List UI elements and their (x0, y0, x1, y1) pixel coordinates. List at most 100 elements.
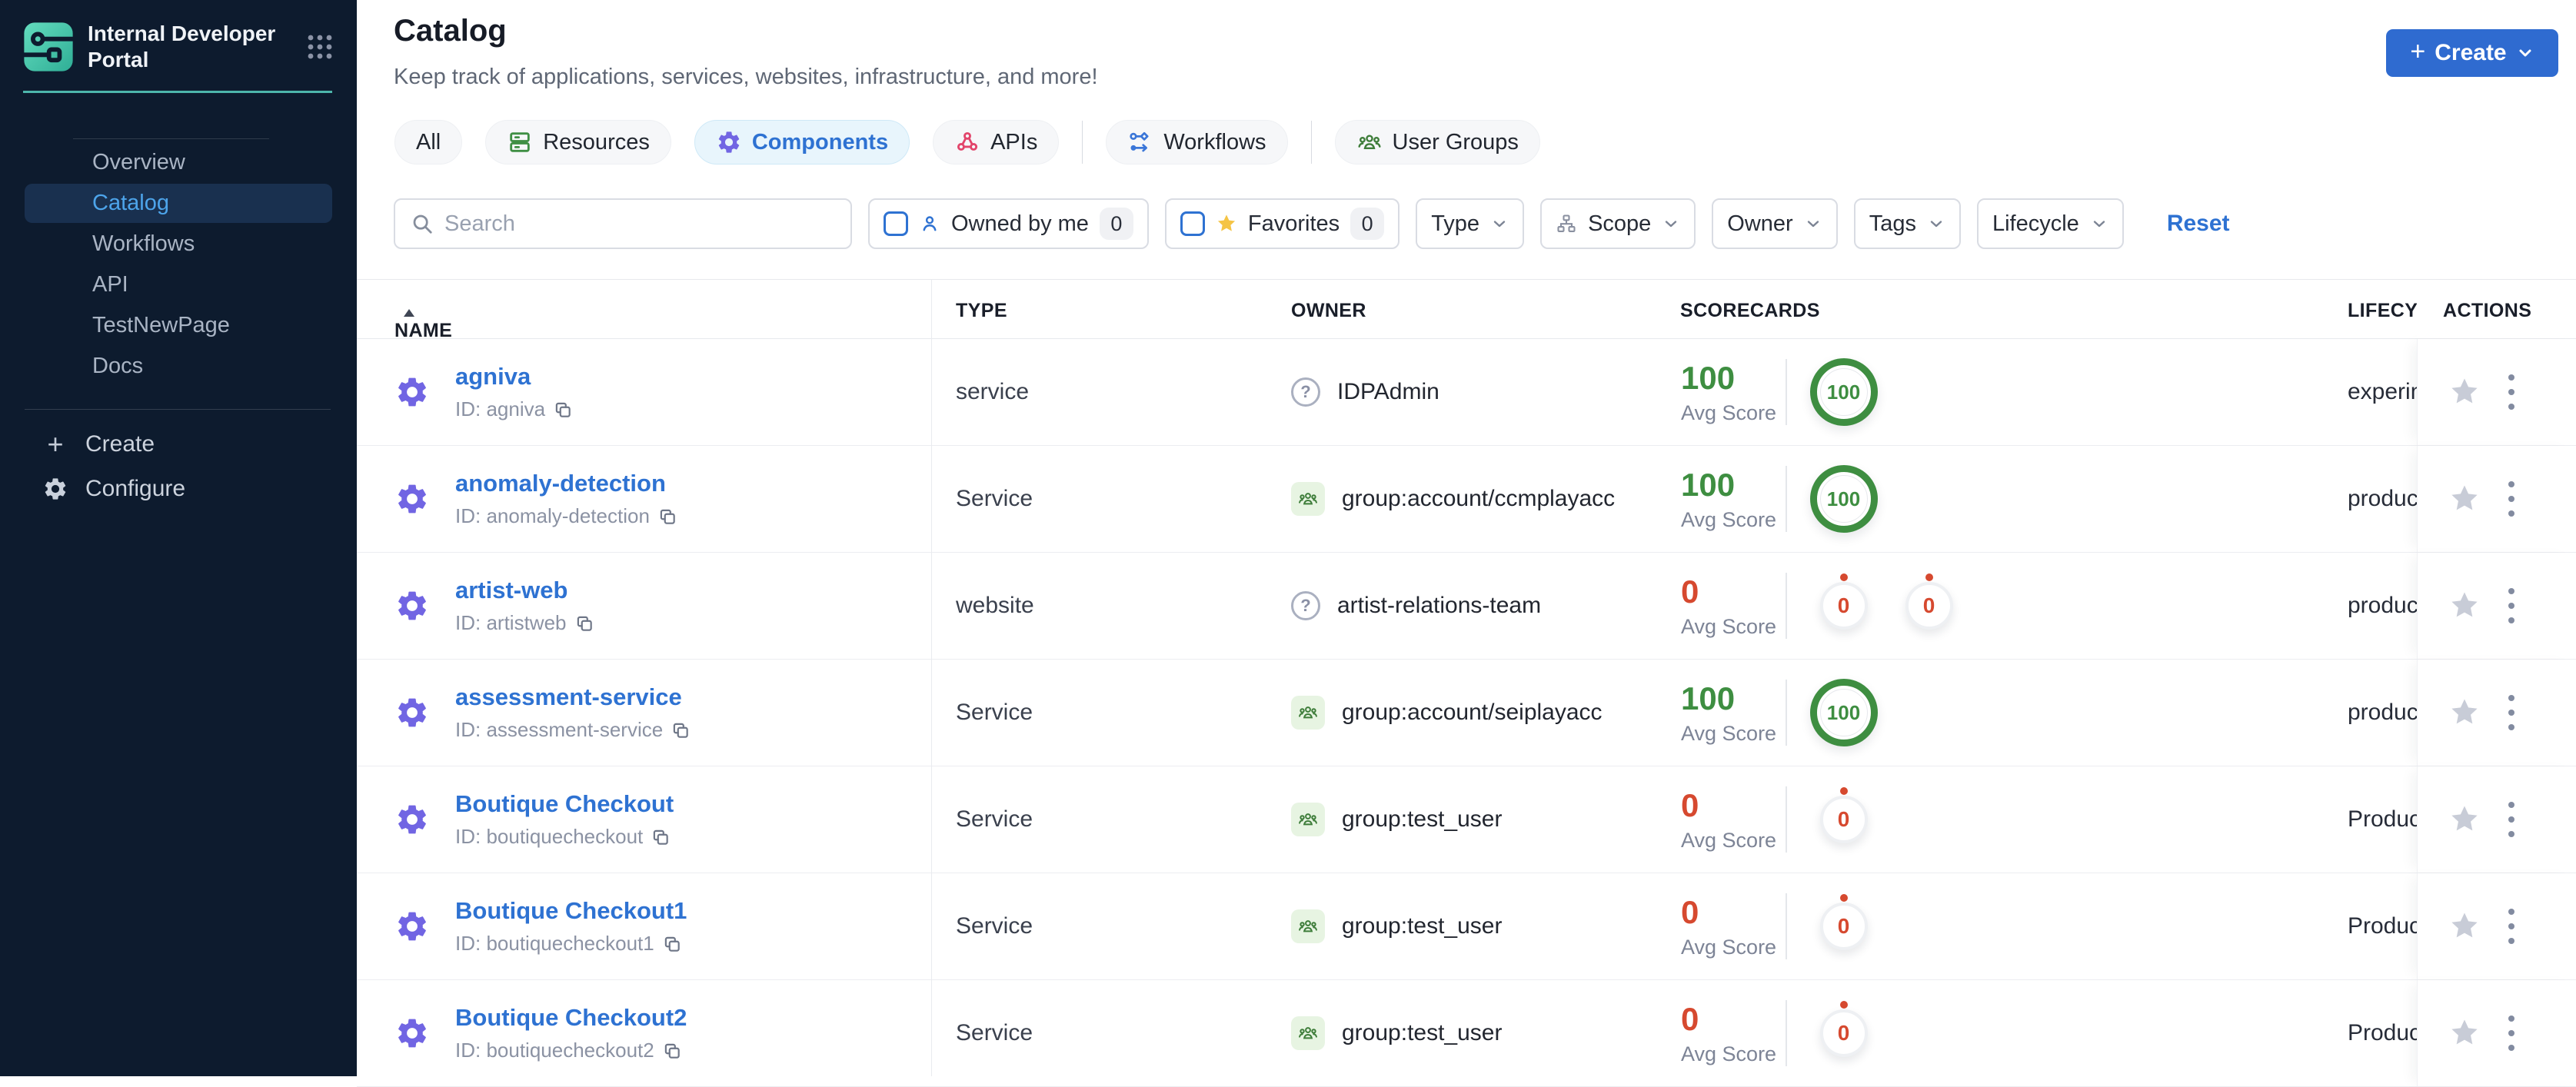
scorecard-score-circle[interactable]: 0 (1819, 894, 1868, 950)
sidebar-item-overview[interactable]: Overview (25, 143, 332, 182)
column-header-scorecards: SCORECARDS (1680, 300, 1820, 321)
owned-by-me-checkbox[interactable] (884, 211, 908, 236)
favorite-star-icon[interactable] (2448, 376, 2481, 408)
tab-workflows[interactable]: Workflows (1106, 120, 1288, 165)
filter-favorites[interactable]: Favorites 0 (1164, 198, 1400, 249)
table-row[interactable]: assessment-service ID: assessment-servic… (357, 660, 2576, 766)
filter-dropdown-owner[interactable]: Owner (1712, 198, 1838, 249)
copy-icon[interactable] (574, 613, 594, 633)
scorecard-score-circle[interactable]: 100 (1809, 465, 1878, 533)
filter-dropdown-lifecycle[interactable]: Lifecycle (1976, 198, 2124, 249)
scorecard-circle-slot: 0 (1801, 573, 1886, 630)
table-row[interactable]: Boutique Checkout2 ID: boutiquecheckout2… (357, 980, 2576, 1087)
avg-score-block: 100 Avg Score (1681, 660, 1776, 766)
avg-score-label: Avg Score (1681, 721, 1777, 745)
tab-components[interactable]: Components (694, 120, 910, 165)
copy-icon[interactable] (651, 827, 671, 847)
avg-score-value: 0 (1681, 786, 1699, 823)
favorite-star-icon[interactable] (2448, 1017, 2481, 1049)
entity-name-link[interactable]: Boutique Checkout1 (455, 897, 687, 925)
sidebar-configure-button[interactable]: Configure (0, 468, 357, 510)
kebab-menu-icon[interactable] (2508, 695, 2516, 730)
table-row[interactable]: agniva ID: agniva service ? IDPAdmin 100… (357, 339, 2576, 446)
copy-icon[interactable] (657, 507, 677, 527)
kebab-menu-icon[interactable] (2508, 481, 2516, 517)
scorecard-score-circle[interactable]: 100 (1809, 679, 1878, 746)
table-row[interactable]: artist-web ID: artistweb website ? artis… (357, 553, 2576, 660)
entity-owner: group:test_user (1291, 873, 1502, 979)
sidebar-create-button[interactable]: + Create (0, 424, 357, 465)
group-icon (1291, 803, 1325, 836)
tab-label: Resources (543, 129, 650, 155)
filter-dropdown-type[interactable]: Type (1416, 198, 1525, 249)
kebab-menu-icon[interactable] (2508, 1016, 2516, 1051)
hierarchy-icon (1556, 213, 1577, 234)
favorite-star-icon[interactable] (2448, 910, 2481, 942)
scorecard-score-circle[interactable]: 0 (1905, 573, 1953, 630)
avg-score-label: Avg Score (1681, 614, 1777, 638)
copy-icon[interactable] (662, 1041, 682, 1061)
scorecard-circles: 100 (1801, 339, 1886, 445)
entity-owner-name: group:test_user (1342, 806, 1503, 832)
scorecard-score-circle[interactable]: 100 (1809, 358, 1878, 426)
filter-dropdown-tags[interactable]: Tags (1853, 198, 1961, 249)
entity-name-link[interactable]: Boutique Checkout2 (455, 1004, 687, 1032)
copy-icon[interactable] (671, 720, 691, 740)
component-gear-icon (394, 802, 430, 837)
app-logo-icon (23, 22, 74, 71)
scorecard-divider (1786, 680, 1787, 746)
sidebar-item-catalog[interactable]: Catalog (25, 184, 332, 223)
kebab-menu-icon[interactable] (2508, 588, 2516, 623)
sidebar-item-docs[interactable]: Docs (25, 347, 332, 386)
favorites-checkbox[interactable] (1180, 211, 1205, 236)
reset-filters-link[interactable]: Reset (2167, 211, 2230, 237)
column-header-name[interactable]: NAME (394, 300, 452, 341)
table-row[interactable]: anomaly-detection ID: anomaly-detection … (357, 446, 2576, 553)
search-input[interactable] (444, 211, 835, 237)
avg-score-label: Avg Score (1681, 828, 1777, 852)
tab-user-groups[interactable]: User Groups (1334, 120, 1540, 165)
tab-apis[interactable]: APIs (933, 120, 1060, 165)
apps-grid-icon[interactable] (306, 33, 334, 61)
scorecard-score-circle[interactable]: 0 (1819, 787, 1868, 843)
entity-name-link[interactable]: anomaly-detection (455, 470, 677, 497)
scorecard-circles: 0 (1801, 980, 1886, 1086)
row-actions (2417, 660, 2576, 766)
filter-owned-by-me[interactable]: Owned by me 0 (868, 198, 1149, 249)
copy-icon[interactable] (662, 934, 682, 954)
create-button[interactable]: + Create (2386, 29, 2558, 77)
entity-name-link[interactable]: artist-web (455, 577, 594, 604)
entity-owner-name: group:test_user (1342, 1020, 1503, 1045)
scorecard-score-circle[interactable]: 0 (1819, 573, 1868, 630)
component-gear-icon (394, 588, 430, 623)
favorite-star-icon[interactable] (2448, 696, 2481, 729)
tab-all[interactable]: All (394, 120, 463, 165)
table-row[interactable]: Boutique Checkout1 ID: boutiquecheckout1… (357, 873, 2576, 980)
tab-resources[interactable]: Resources (485, 120, 671, 165)
entity-name-link[interactable]: Boutique Checkout (455, 790, 674, 818)
favorite-star-icon[interactable] (2448, 483, 2481, 515)
favorite-star-icon[interactable] (2448, 803, 2481, 836)
scorecard-score-circle[interactable]: 0 (1819, 1001, 1868, 1057)
entity-name-block: agniva ID: agniva (455, 339, 573, 445)
avg-score-block: 100 Avg Score (1681, 339, 1776, 445)
tab-group-divider (1310, 121, 1312, 164)
favorite-star-icon[interactable] (2448, 590, 2481, 622)
filter-label: Owner (1727, 211, 1793, 236)
search-input-wrap[interactable] (394, 198, 852, 249)
kebab-menu-icon[interactable] (2508, 802, 2516, 837)
sidebar-item-workflows[interactable]: Workflows (25, 224, 332, 264)
table-row[interactable]: Boutique Checkout ID: boutiquecheckout S… (357, 766, 2576, 873)
kebab-menu-icon[interactable] (2508, 374, 2516, 410)
entity-name-link[interactable]: agniva (455, 363, 573, 391)
kebab-menu-icon[interactable] (2508, 909, 2516, 944)
column-header-owner: OWNER (1291, 300, 1366, 321)
sidebar-item-testnewpage[interactable]: TestNewPage (25, 306, 332, 345)
filter-dropdown-scope[interactable]: Scope (1540, 198, 1696, 249)
component-gear-icon (394, 374, 430, 410)
column-header-lifecycle: LIFECYCLE (2348, 300, 2417, 321)
entity-name-link[interactable]: assessment-service (455, 683, 691, 711)
sidebar-item-api[interactable]: API (25, 265, 332, 304)
copy-icon[interactable] (553, 400, 573, 420)
help-circle-icon: ? (1291, 591, 1320, 620)
